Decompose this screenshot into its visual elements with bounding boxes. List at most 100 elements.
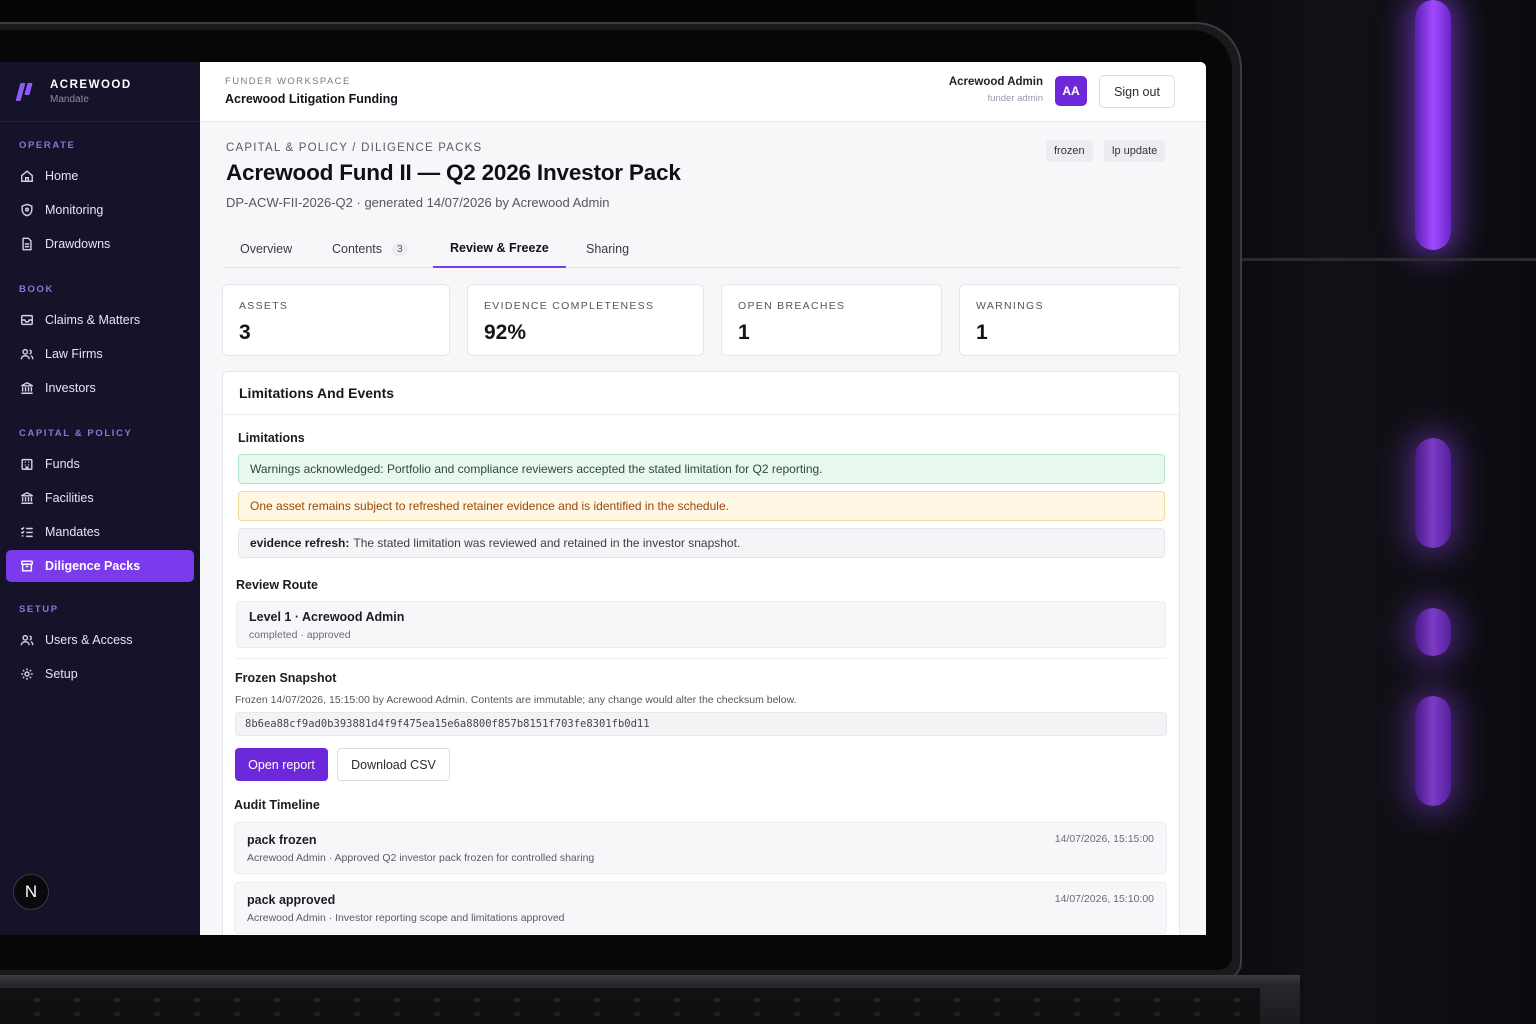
tab-label: Sharing bbox=[586, 242, 630, 256]
sidebar-item-label: Claims & Matters bbox=[45, 313, 141, 327]
brand-logo-icon bbox=[15, 81, 36, 103]
audit-event-timestamp: 14/07/2026, 15:10:00 bbox=[1054, 893, 1154, 905]
background-wall bbox=[1196, 0, 1536, 1024]
avatar[interactable]: AA bbox=[1055, 76, 1087, 106]
tab-label: Review & Freeze bbox=[450, 241, 549, 255]
sidebar-item-monitoring[interactable]: Monitoring bbox=[6, 194, 194, 226]
limitation-note-acknowledged: Warnings acknowledged: Portfolio and com… bbox=[238, 454, 1165, 484]
sidebar-item-funds[interactable]: Funds bbox=[6, 448, 194, 480]
audit-event: pack approved Acrewood Admin · Investor … bbox=[234, 882, 1167, 934]
section-label-capital-policy: CAPITAL & POLICY bbox=[19, 428, 133, 439]
tab-sharing[interactable]: Sharing bbox=[586, 230, 629, 268]
kpi-label: ASSETS bbox=[239, 300, 289, 312]
inbox-icon bbox=[19, 312, 35, 328]
shield-icon bbox=[19, 202, 35, 218]
checklist-icon bbox=[19, 524, 35, 540]
laptop-keys bbox=[0, 988, 1260, 1024]
kpi-card-open-breaches: OPEN BREACHES 1 bbox=[721, 284, 942, 356]
sidebar-item-diligence-packs[interactable]: Diligence Packs bbox=[6, 550, 194, 582]
kpi-card-warnings: WARNINGS 1 bbox=[959, 284, 1180, 356]
sidebar-item-mandates[interactable]: Mandates bbox=[6, 516, 194, 548]
kpi-label: OPEN BREACHES bbox=[738, 300, 846, 312]
user-name: Acrewood Admin bbox=[948, 76, 1043, 88]
section-label-operate: OPERATE bbox=[19, 140, 76, 151]
kpi-value: 1 bbox=[976, 321, 988, 344]
background-shelf bbox=[1240, 258, 1536, 261]
sidebar-item-label: Investors bbox=[45, 381, 96, 395]
review-route-status: completed · approved bbox=[249, 629, 351, 641]
dev-tools-badge[interactable]: N bbox=[13, 874, 49, 910]
sidebar-item-facilities[interactable]: Facilities bbox=[6, 482, 194, 514]
checksum-field[interactable]: 8b6ea88cf9ad0b393881d4f9f475ea15e6a8800f… bbox=[235, 712, 1167, 736]
sidebar-item-investors[interactable]: Investors bbox=[6, 372, 194, 404]
brand-subtitle: Mandate bbox=[50, 93, 89, 105]
brand[interactable]: ACREWOOD Mandate bbox=[0, 62, 200, 122]
audit-event-timestamp: 14/07/2026, 15:15:00 bbox=[1054, 833, 1154, 845]
purple-light-strip bbox=[1415, 0, 1451, 250]
download-csv-button[interactable]: Download CSV bbox=[337, 748, 450, 781]
sidebar-item-label: Funds bbox=[45, 457, 80, 471]
tab-label: Contents bbox=[332, 242, 383, 256]
bank-icon bbox=[19, 490, 35, 506]
users-icon bbox=[19, 346, 35, 362]
kpi-value: 3 bbox=[239, 321, 251, 344]
review-route-heading: Review Route bbox=[236, 578, 318, 592]
sidebar-item-claims-matters[interactable]: Claims & Matters bbox=[6, 304, 194, 336]
section-label-book: BOOK bbox=[19, 284, 54, 295]
tab-label: Overview bbox=[240, 242, 293, 256]
kpi-card-assets: ASSETS 3 bbox=[222, 284, 450, 356]
sidebar-item-label: Home bbox=[45, 169, 79, 183]
open-report-button[interactable]: Open report bbox=[235, 748, 328, 781]
section-label-setup: SETUP bbox=[19, 604, 59, 615]
panel-title: Limitations And Events bbox=[223, 372, 1179, 415]
purple-light-strip bbox=[1415, 608, 1451, 656]
sidebar-item-users-access[interactable]: Users & Access bbox=[6, 624, 194, 656]
sidebar-item-label: Setup bbox=[45, 667, 78, 681]
gear-icon bbox=[19, 666, 35, 682]
frozen-snapshot-heading: Frozen Snapshot bbox=[235, 671, 337, 685]
sign-out-button[interactable]: Sign out bbox=[1099, 75, 1175, 108]
frozen-snapshot-text: Frozen 14/07/2026, 15:15:00 by Acrewood … bbox=[235, 694, 797, 706]
audit-event-detail: Acrewood Admin · Investor reporting scop… bbox=[247, 912, 565, 924]
audit-event-title: pack approved bbox=[247, 893, 336, 907]
limitations-events-panel: Limitations And Events Limitations Warni… bbox=[222, 371, 1180, 935]
tab-contents[interactable]: Contents 3 bbox=[332, 230, 408, 268]
sidebar-item-home[interactable]: Home bbox=[6, 160, 194, 192]
home-icon bbox=[19, 168, 35, 184]
limitation-note-text: The stated limitation was reviewed and r… bbox=[353, 536, 741, 550]
sidebar-item-law-firms[interactable]: Law Firms bbox=[6, 338, 194, 370]
limitation-note-evidence-refresh: evidence refresh: The stated limitation … bbox=[238, 528, 1165, 558]
sidebar-item-label: Users & Access bbox=[45, 633, 133, 647]
sidebar-item-label: Facilities bbox=[45, 491, 94, 505]
divider bbox=[236, 658, 1166, 659]
sidebar-item-setup[interactable]: Setup bbox=[6, 658, 194, 690]
bank-icon bbox=[19, 380, 35, 396]
audit-event-detail: Acrewood Admin · Approved Q2 investor pa… bbox=[247, 852, 595, 864]
kpi-value: 92% bbox=[484, 321, 527, 344]
sidebar-item-drawdowns[interactable]: Drawdowns bbox=[6, 228, 194, 260]
document-icon bbox=[19, 236, 35, 252]
page-title: Acrewood Fund II — Q2 2026 Investor Pack bbox=[226, 160, 681, 185]
page-meta: DP-ACW-FII-2026-Q2 · generated 14/07/202… bbox=[226, 195, 610, 210]
tab-review-freeze[interactable]: Review & Freeze bbox=[433, 230, 566, 268]
audit-timeline-heading: Audit Timeline bbox=[234, 798, 320, 812]
review-route-item: Level 1 · Acrewood Admin completed · app… bbox=[236, 601, 1166, 648]
workspace-name: Acrewood Litigation Funding bbox=[225, 92, 398, 106]
users-icon bbox=[19, 632, 35, 648]
user-role: funder admin bbox=[987, 93, 1043, 104]
kpi-value: 1 bbox=[738, 321, 750, 344]
status-badge-lp-update: lp update bbox=[1104, 140, 1166, 162]
sidebar-item-label: Law Firms bbox=[45, 347, 103, 361]
tab-bar: Overview Contents 3 Review & Freeze Shar… bbox=[224, 230, 1180, 268]
breadcrumb: CAPITAL & POLICY / DILIGENCE PACKS bbox=[226, 142, 483, 154]
audit-event: pack frozen Acrewood Admin · Approved Q2… bbox=[234, 822, 1167, 874]
review-route-title: Level 1 · Acrewood Admin bbox=[249, 610, 405, 624]
kpi-card-evidence-completeness: EVIDENCE COMPLETENESS 92% bbox=[467, 284, 704, 356]
tab-overview[interactable]: Overview bbox=[240, 230, 292, 268]
main-content: FUNDER WORKSPACE Acrewood Litigation Fun… bbox=[200, 62, 1206, 935]
purple-light-strip bbox=[1415, 438, 1451, 548]
limitation-note-label: evidence refresh: bbox=[250, 536, 350, 550]
brand-name: ACREWOOD bbox=[50, 78, 132, 91]
workspace-label: FUNDER WORKSPACE bbox=[225, 76, 351, 87]
sidebar-item-label: Mandates bbox=[45, 525, 100, 539]
